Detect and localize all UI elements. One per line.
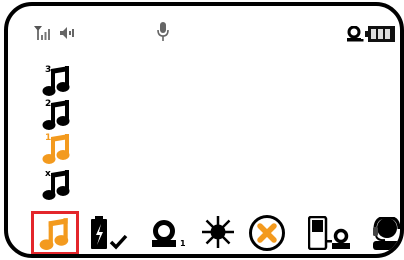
ringtone-item-2[interactable]: 2 bbox=[40, 97, 74, 131]
user-sub-icon[interactable]: 1 bbox=[150, 220, 190, 250]
ringtone-item-x[interactable]: x bbox=[40, 167, 74, 201]
priority-number: 2 bbox=[45, 99, 52, 109]
priority-number: 1 bbox=[45, 133, 52, 143]
microphone-icon bbox=[156, 22, 170, 42]
priority-number: 3 bbox=[45, 65, 52, 75]
cancel-x-icon[interactable] bbox=[248, 214, 286, 252]
brightness-icon[interactable] bbox=[201, 215, 235, 249]
headset-user-icon[interactable] bbox=[372, 217, 400, 251]
user-sub-label: 1 bbox=[180, 239, 186, 248]
user-presence-icon bbox=[346, 26, 364, 42]
ringtone-item-1-selected[interactable]: 1 bbox=[40, 131, 74, 165]
signal-bars-icon bbox=[34, 26, 56, 40]
battery-charging-check-icon[interactable] bbox=[90, 216, 136, 252]
phone-user-icon[interactable] bbox=[308, 216, 352, 250]
priority-number: x bbox=[45, 169, 51, 179]
ringtone-item-3[interactable]: 3 bbox=[40, 63, 74, 97]
battery-icon bbox=[365, 26, 395, 42]
speaker-icon bbox=[60, 27, 76, 39]
phone-screen: 3 2 1 x 1 bbox=[4, 2, 404, 258]
music-note-icon[interactable] bbox=[37, 215, 73, 251]
